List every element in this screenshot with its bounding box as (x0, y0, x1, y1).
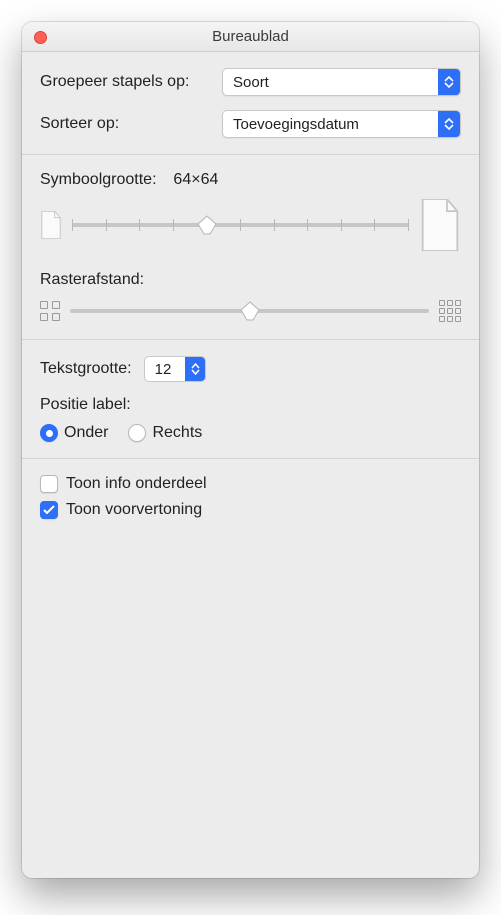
radio-right-label: Rechts (152, 424, 202, 442)
section-grouping: Groepeer stapels op: Soort Sorteer op: T… (22, 52, 479, 155)
section-toggles: Toon info onderdeel Toon voorvertoning (22, 459, 479, 535)
desktop-view-options-window: Bureaublad Groepeer stapels op: Soort So… (22, 22, 479, 878)
titlebar: Bureaublad (22, 22, 479, 52)
grid-spacing-slider[interactable] (70, 299, 429, 323)
radio-dot (128, 424, 146, 442)
grid-spacing-label: Rasterafstand: (40, 271, 461, 289)
group-by-select[interactable]: Soort (222, 68, 461, 96)
checkbox-show-item-info[interactable] (40, 475, 58, 493)
icon-size-slider[interactable] (72, 213, 409, 237)
icon-size-label: Symboolgrootte: (40, 171, 157, 188)
group-by-value: Soort (223, 74, 438, 91)
show-item-info-label: Toon info onderdeel (66, 475, 207, 493)
radio-under[interactable]: Onder (40, 424, 108, 442)
updown-icon (438, 111, 460, 137)
window-title: Bureaublad (212, 28, 289, 45)
radio-right[interactable]: Rechts (128, 424, 202, 442)
sort-by-select[interactable]: Toevoegingsdatum (222, 110, 461, 138)
slider-thumb[interactable] (196, 214, 218, 236)
icon-size-value: 64×64 (173, 171, 218, 188)
text-size-value: 12 (145, 361, 186, 378)
radio-dot (40, 424, 58, 442)
text-size-stepper[interactable]: 12 (144, 356, 207, 382)
updown-icon (185, 357, 205, 381)
radio-under-label: Onder (64, 424, 108, 442)
file-large-icon (419, 199, 461, 251)
sort-by-label: Sorteer op: (40, 115, 210, 133)
section-icons: Symboolgrootte: 64×64 (22, 155, 479, 340)
show-preview-label: Toon voorvertoning (66, 501, 202, 519)
file-small-icon (40, 211, 62, 239)
grid-sparse-icon (40, 301, 60, 321)
group-by-label: Groepeer stapels op: (40, 73, 210, 91)
text-size-label: Tekstgrootte: (40, 360, 132, 378)
sort-by-value: Toevoegingsdatum (223, 116, 438, 133)
close-button[interactable] (34, 31, 47, 44)
updown-icon (438, 69, 460, 95)
section-text: Tekstgrootte: 12 Positie label: Onder Re… (22, 340, 479, 459)
grid-dense-icon (439, 300, 461, 322)
label-position-label: Positie label: (40, 396, 461, 414)
checkbox-show-preview[interactable] (40, 501, 58, 519)
slider-thumb[interactable] (239, 300, 261, 322)
